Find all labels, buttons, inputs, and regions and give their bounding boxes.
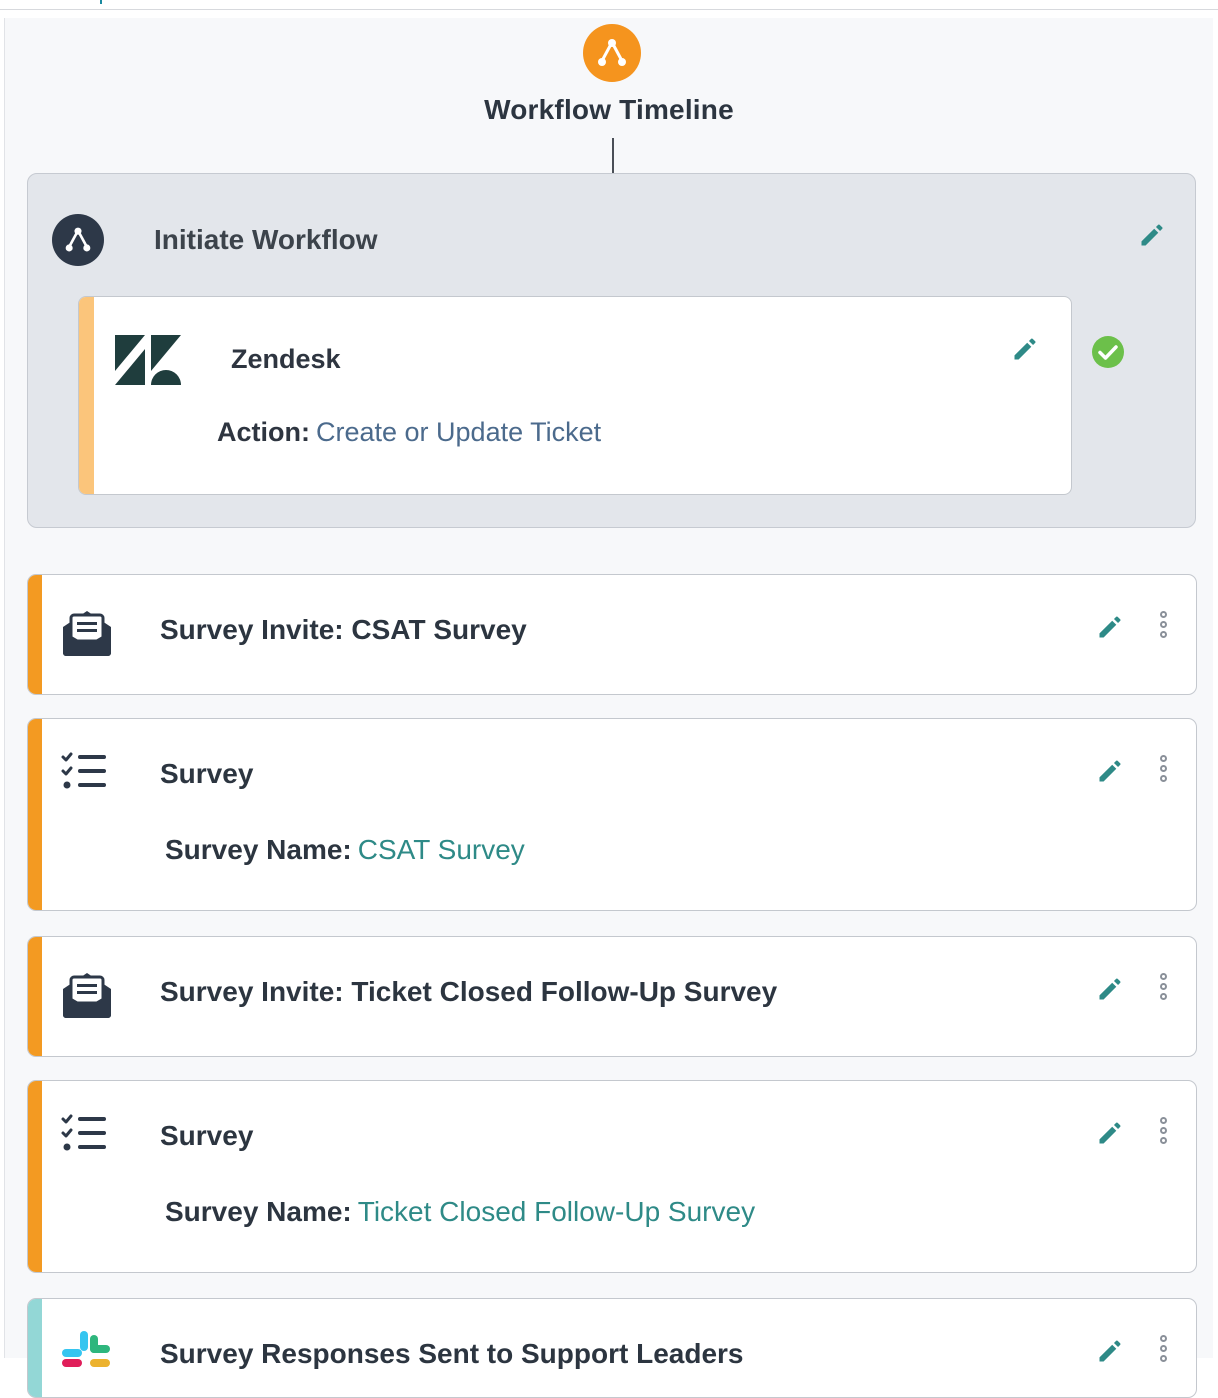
more-options-icon[interactable]: [1156, 1117, 1170, 1147]
initiate-workflow-title: Initiate Workflow: [154, 224, 378, 255]
more-options-icon[interactable]: [1156, 755, 1170, 785]
integration-action: Action: Create or Update Ticket: [217, 417, 601, 448]
survey-name-label: Survey Name:: [165, 834, 352, 865]
workflow-icon: [52, 214, 104, 266]
card-accent-bar: [28, 1081, 42, 1272]
integration-name: Zendesk: [231, 344, 341, 374]
step-title: Survey Invite: CSAT Survey: [160, 614, 527, 645]
edit-pencil-icon[interactable]: [1011, 335, 1039, 363]
step-card-survey-followup[interactable]: Survey Survey Name: Ticket Closed Follow-…: [27, 1080, 1197, 1273]
step-card-slack-notification[interactable]: Survey Responses Sent to Support Leaders: [27, 1298, 1197, 1398]
survey-name-row: Survey Name: CSAT Survey: [165, 834, 525, 866]
check-circle-icon: [1092, 336, 1124, 368]
card-accent-bar: [28, 575, 42, 694]
more-options-icon[interactable]: [1156, 973, 1170, 1003]
edit-pencil-icon[interactable]: [1096, 975, 1124, 1003]
timeline-connector: [612, 138, 614, 173]
workflow-icon: [583, 24, 641, 82]
step-title: Survey: [160, 758, 254, 789]
card-accent-bar: [28, 719, 42, 910]
card-accent-bar: [79, 297, 94, 494]
edit-pencil-icon[interactable]: [1096, 757, 1124, 785]
survey-name-link[interactable]: CSAT Survey: [358, 834, 525, 865]
page-title: Workflow Timeline: [484, 94, 734, 125]
step-card-survey-csat[interactable]: Survey Survey Name: CSAT Survey: [27, 718, 1197, 911]
edit-pencil-icon[interactable]: [1138, 221, 1166, 249]
action-label: Action:: [217, 417, 310, 447]
step-card-survey-invite-followup[interactable]: Survey Invite: Ticket Closed Follow-Up S…: [27, 936, 1197, 1057]
action-value[interactable]: Create or Update Ticket: [316, 417, 601, 447]
envelope-survey-icon: [63, 973, 111, 1018]
step-title: Survey: [160, 1120, 254, 1151]
checklist-icon: [61, 1114, 106, 1151]
initiate-workflow-section: Initiate Workflow Zendesk Action: Create …: [27, 173, 1196, 528]
step-card-survey-invite-csat[interactable]: Survey Invite: CSAT Survey: [27, 574, 1197, 695]
card-accent-bar: [28, 1299, 42, 1397]
zendesk-integration-card[interactable]: Zendesk Action: Create or Update Ticket: [78, 296, 1072, 495]
checklist-icon: [61, 752, 106, 789]
edit-pencil-icon[interactable]: [1096, 613, 1124, 641]
slack-icon: [62, 1331, 110, 1367]
survey-name-label: Survey Name:: [165, 1196, 352, 1227]
more-options-icon[interactable]: [1156, 1335, 1170, 1365]
envelope-survey-icon: [63, 611, 111, 656]
survey-name-link[interactable]: Ticket Closed Follow-Up Survey: [358, 1196, 755, 1227]
top-link-fragment: [100, 0, 102, 4]
edit-pencil-icon[interactable]: [1096, 1337, 1124, 1365]
top-divider: [0, 9, 1218, 10]
edit-pencil-icon[interactable]: [1096, 1119, 1124, 1147]
survey-name-row: Survey Name: Ticket Closed Follow-Up Surv…: [165, 1196, 755, 1228]
zendesk-logo: [115, 335, 181, 385]
more-options-icon[interactable]: [1156, 611, 1170, 641]
step-title: Survey Responses Sent to Support Leaders: [160, 1338, 744, 1369]
card-accent-bar: [28, 937, 42, 1056]
step-title: Survey Invite: Ticket Closed Follow-Up S…: [160, 976, 778, 1007]
